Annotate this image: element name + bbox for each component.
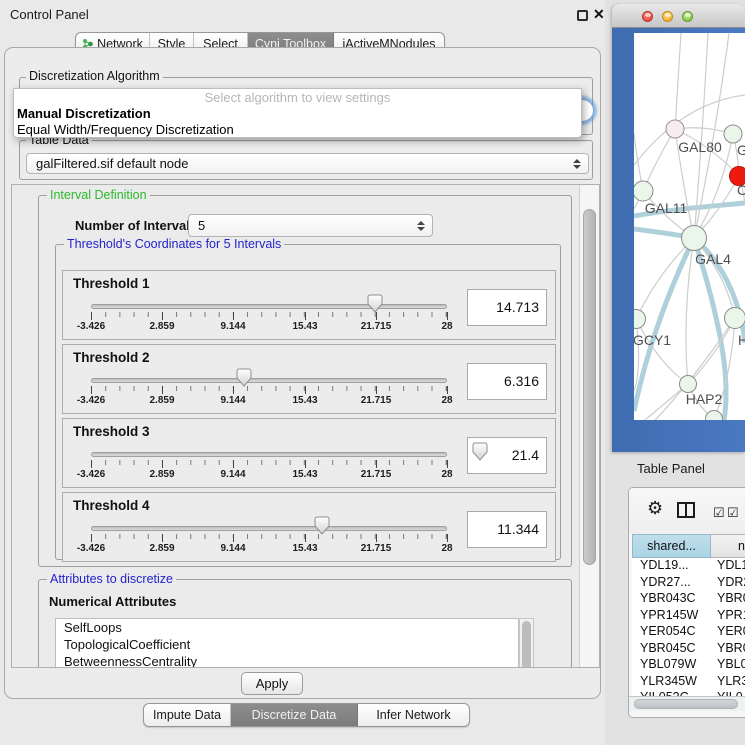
network-view-window: GAL80 G C GAL11 GAL4 GCY1 H HAP2 — [612, 4, 745, 452]
settings-vertical-scrollbar[interactable] — [579, 185, 600, 668]
table-rows: YDL19...YDL1 YDR27...YDR2 YBR043CYBR0 YP… — [632, 558, 745, 696]
table-toolbar: ⚙ ☑ ☑ — [629, 488, 745, 534]
node-gal80[interactable] — [666, 120, 684, 138]
slider-ticks — [91, 460, 447, 465]
node-label: H — [738, 332, 745, 348]
number-of-intervals-combobox[interactable]: 5 — [188, 214, 433, 237]
table-row[interactable]: YER054CYER0 — [632, 624, 745, 641]
algorithm-dropdown-popup: Select algorithm to view settings Manual… — [13, 88, 582, 138]
tab-infer-network[interactable]: Infer Network — [358, 704, 469, 726]
control-panel-window: Control Panel ✕ Network Style Select Cyn… — [0, 0, 605, 745]
node-label: C — [737, 182, 745, 198]
interval-definition-label: Interval Definition — [47, 188, 150, 202]
threshold-4-slider[interactable] — [91, 526, 447, 531]
table-row[interactable]: YPR145WYPR1 — [632, 608, 745, 625]
settings-scrollpane: Interval Definition Number of Intervals … — [11, 184, 600, 668]
stepper-icon — [573, 159, 581, 169]
node-label: GAL4 — [695, 251, 731, 267]
zoom-traffic-light-icon[interactable] — [682, 11, 693, 22]
node-label: HAP2 — [686, 391, 723, 407]
threshold-4-value-field[interactable]: 11.344 — [467, 511, 547, 548]
node-partial-h[interactable] — [725, 308, 745, 329]
algorithm-group-label: Discretization Algorithm — [26, 69, 163, 83]
node-partial-g[interactable] — [724, 125, 742, 143]
attributes-group-label: Attributes to discretize — [47, 572, 176, 586]
slider-ticks — [91, 534, 447, 539]
slider-handle[interactable] — [315, 516, 330, 535]
node-gcy1[interactable] — [634, 310, 646, 329]
float-window-icon[interactable] — [577, 10, 588, 21]
node-label: GAL11 — [645, 200, 688, 216]
close-traffic-light-icon[interactable] — [642, 11, 653, 22]
bottom-tab-bar: Impute Data Discretize Data Infer Networ… — [143, 703, 470, 727]
interval-definition-groupbox: Interval Definition Number of Intervals … — [38, 195, 572, 567]
dropdown-item-manual[interactable]: Manual Discretization — [14, 106, 581, 122]
node-label: GCY1 — [634, 332, 671, 348]
network-graph: GAL80 G C GAL11 GAL4 GCY1 H HAP2 — [634, 33, 745, 420]
threshold-2-value-field[interactable]: 6.316 — [467, 363, 547, 400]
slider-handle[interactable] — [472, 442, 487, 461]
slider-ticks — [91, 386, 447, 391]
gear-icon[interactable]: ⚙ — [647, 498, 663, 519]
dropdown-placeholder[interactable]: Select algorithm to view settings — [14, 89, 581, 106]
tab-discretize-data[interactable]: Discretize Data — [231, 704, 358, 726]
threshold-3-panel: Threshold 3 -3.426 2.859 9.144 15.43 21.… — [62, 418, 556, 488]
tab-impute-data[interactable]: Impute Data — [144, 704, 231, 726]
list-scrollbar[interactable] — [519, 618, 534, 668]
select-checkbox-icon[interactable]: ☑ — [713, 505, 725, 521]
list-item[interactable]: BetweennessCentrality — [56, 653, 518, 668]
table-row[interactable]: YBR043CYBR0 — [632, 591, 745, 608]
threshold-4-panel: Threshold 4 -3.426 2.859 9.144 15.43 21.… — [62, 492, 556, 562]
table-panel-title: Table Panel — [637, 461, 705, 476]
list-item[interactable]: SelfLoops — [56, 619, 518, 636]
panel-title: Control Panel — [10, 7, 89, 22]
threshold-1-slider[interactable] — [91, 304, 447, 309]
table-row[interactable]: YDL19...YDL1 — [632, 558, 745, 575]
slider-handle[interactable] — [367, 294, 382, 313]
table-header-row: shared... name — [632, 534, 745, 558]
split-view-icon[interactable] — [677, 502, 695, 523]
table-row[interactable]: YBL079WYBL0 — [632, 657, 745, 674]
table-panel: ⚙ ☑ ☑ shared... name YDL19...YDL1 YDR27.… — [628, 487, 745, 718]
close-icon[interactable]: ✕ — [593, 6, 605, 23]
list-item[interactable]: TopologicalCoefficient — [56, 636, 518, 653]
node-bottom-partial[interactable] — [706, 411, 723, 421]
node-gal11[interactable] — [634, 181, 653, 201]
table-data-combobox[interactable]: galFiltered.sif default node — [26, 153, 589, 174]
threshold-2-slider[interactable] — [91, 378, 447, 383]
threshold-3-slider[interactable] — [91, 452, 447, 457]
attributes-list: SelfLoops TopologicalCoefficient Between… — [55, 618, 519, 668]
column-header-shared-name[interactable]: shared... — [632, 534, 711, 558]
table-row[interactable]: YLR345WYLR3 — [632, 674, 745, 691]
node-gal4[interactable] — [682, 226, 707, 251]
minimize-traffic-light-icon[interactable] — [662, 11, 673, 22]
node-label: G — [737, 142, 745, 158]
table-horizontal-scrollbar[interactable] — [629, 696, 745, 711]
node-hap2[interactable] — [680, 376, 697, 393]
threshold-coordinates-groupbox: Threshold's Coordinates for 5 Intervals … — [55, 244, 561, 560]
cyni-toolbox-panel: Discretization Algorithm Table Data galF… — [4, 47, 601, 699]
threshold-2-panel: Threshold 2 -3.426 2.859 9.144 15.43 21.… — [62, 344, 556, 414]
threshold-coordinates-label: Threshold's Coordinates for 5 Intervals — [64, 237, 284, 251]
column-header-name[interactable]: name — [711, 534, 745, 558]
table-row[interactable]: YDR27...YDR2 — [632, 575, 745, 592]
table-row[interactable]: YBR045CYBR0 — [632, 641, 745, 658]
slider-handle[interactable] — [236, 368, 251, 387]
screen: Control Panel ✕ Network Style Select Cyn… — [0, 0, 745, 745]
apply-button[interactable]: Apply — [241, 672, 303, 695]
node-label: GAL80 — [678, 139, 722, 155]
dropdown-item-equal-width[interactable]: Equal Width/Frequency Discretization — [14, 122, 581, 138]
attributes-groupbox: Attributes to discretize Numerical Attri… — [38, 579, 572, 668]
threshold-1-panel: Threshold 1 -3.426 2.859 9.144 15.43 21.… — [62, 270, 556, 340]
network-window-titlebar[interactable] — [612, 4, 745, 28]
number-of-intervals-label: Number of Intervals — [75, 218, 197, 233]
numerical-attributes-label: Numerical Attributes — [49, 594, 176, 609]
select-checkbox-icon[interactable]: ☑ — [727, 505, 739, 521]
slider-ticks — [91, 312, 447, 317]
threshold-1-value-field[interactable]: 14.713 — [467, 289, 547, 326]
stepper-icon — [417, 221, 425, 231]
network-canvas[interactable]: GAL80 G C GAL11 GAL4 GCY1 H HAP2 — [634, 33, 745, 420]
